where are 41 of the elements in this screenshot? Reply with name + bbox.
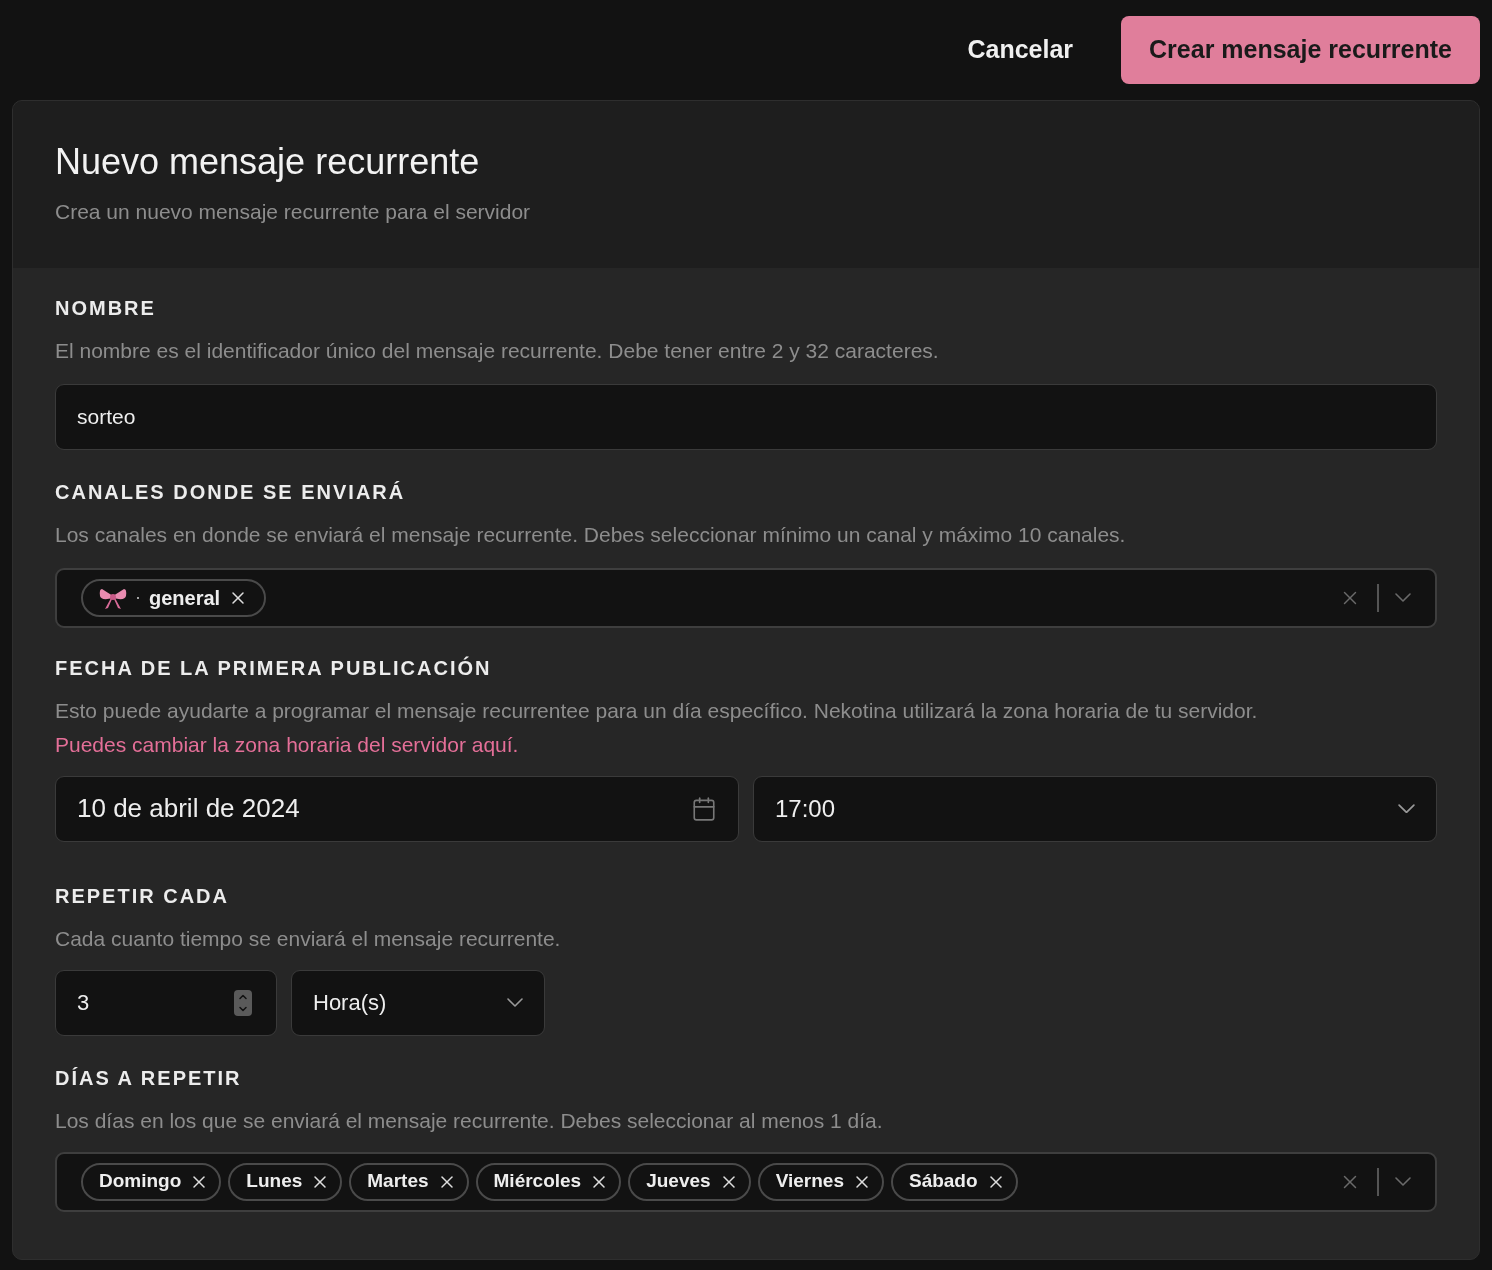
help-text: Cada cuanto tiempo se enviará el mensaje recurrente. [55,925,562,952]
tag-label: Viernes [775,1169,844,1194]
tag-label: Martes [367,1169,429,1194]
amount-value: 3 [77,989,90,1017]
time-select[interactable]: 17:00 [753,775,1437,842]
unit-select[interactable]: Hora(s) [291,969,545,1036]
field-label: CANALES DONDE SE ENVIARÁ [55,481,407,502]
spinner-icon[interactable] [234,989,252,1016]
card-title: Nuevo mensaje recurrente [55,140,481,184]
tag-label: Domingo [99,1169,182,1194]
calendar-icon[interactable] [691,795,717,822]
tag-label: Jueves [646,1169,711,1194]
chevron-down-icon [507,998,523,1007]
chevron-down-icon[interactable] [1395,1177,1411,1186]
cancel-button[interactable]: Cancelar [959,19,1082,81]
chevron-down-icon [1398,803,1415,814]
name-input[interactable]: sorteo [55,383,1437,450]
tag-label: general [149,585,221,611]
timezone-link[interactable]: Puedes cambiar la zona horaria del servidor aquí. [55,727,519,762]
field-label: DÍAS A REPETIR [55,1067,243,1088]
date-value: 10 de abril de 2024 [77,792,300,825]
tag-separator: · [135,586,141,609]
tag-label: Lunes [246,1169,303,1194]
help-text: Los canales en donde se enviará el mensaje recurrente. Debes seleccionar mínimo un canal y máximo 10 canales. [55,521,1127,548]
help-text: Esto puede ayudarte a programar el mensaje recurrentee para un día específico. Nekotina utilizará la zona horaria de tu servidor. [55,697,1259,724]
help-text: Los días en los que se enviará el mensaje recurrente. Debes seleccionar al menos 1 día. [55,1107,884,1134]
date-field[interactable]: 10 de abril de 2024 [55,775,739,842]
channels-select[interactable]: · general [55,567,1437,628]
days-select[interactable]: Domingo Lunes Martes Miércoles Jueves Viernes Sábado [55,1151,1437,1212]
unit-value: Hora(s) [313,989,387,1017]
field-label: NOMBRE [55,297,157,318]
card-subtitle: Crea un nuevo mensaje recurrente para el servidor [55,199,532,225]
chevron-down-icon[interactable] [1395,593,1411,602]
help-text: El nombre es el identificador único del mensaje recurrente. Debe tener entre 2 y 32 caracteres. [55,337,940,364]
tag-label: Sábado [908,1169,978,1194]
create-button[interactable]: Crear mensaje recurrente [1121,16,1480,84]
field-label: REPETIR CADA [55,885,230,906]
tag-label: Miércoles [493,1169,582,1194]
amount-field[interactable]: 3 [55,969,277,1036]
time-value: 17:00 [775,793,836,824]
field-label: FECHA DE LA PRIMERA PUBLICACIÓN [55,657,493,678]
